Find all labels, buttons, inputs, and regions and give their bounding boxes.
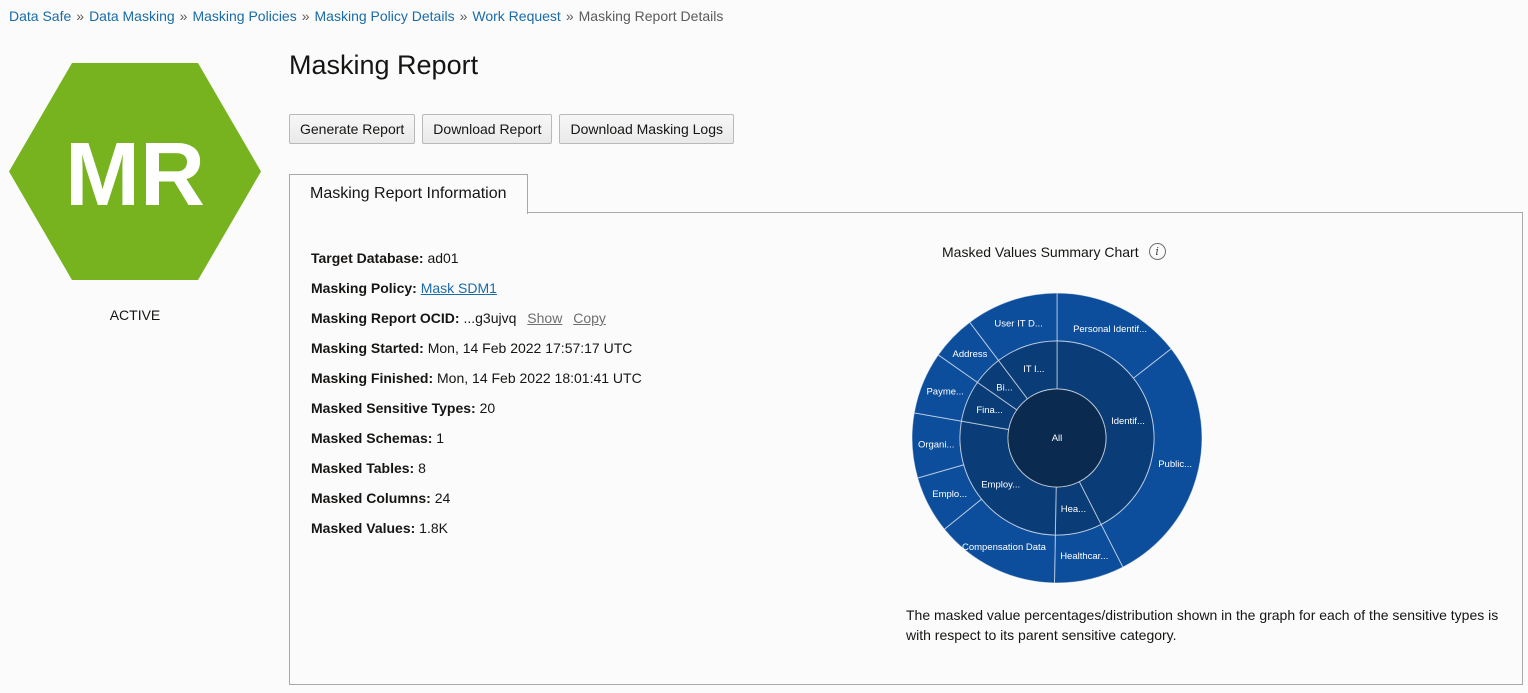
outer-ring-label: Payme... <box>926 387 964 398</box>
detail-value: Mon, 14 Feb 2022 18:01:41 UTC <box>437 370 642 386</box>
copy-ocid-link[interactable]: Copy <box>573 310 606 326</box>
breadcrumb-link-data-masking[interactable]: Data Masking <box>89 8 175 24</box>
generate-report-button[interactable]: Generate Report <box>289 114 416 144</box>
detail-label: Masked Tables: <box>311 460 415 476</box>
action-bar: Generate Report Download Report Download… <box>289 114 734 144</box>
inner-ring-label: Employ... <box>981 479 1020 490</box>
outer-ring-label: Organi... <box>918 439 954 450</box>
detail-label: Masked Schemas: <box>311 430 433 446</box>
detail-value: 1.8K <box>419 520 448 536</box>
breadcrumb-separator: » <box>179 8 188 24</box>
resource-badge: MR <box>9 63 261 280</box>
detail-label: Masking Finished: <box>311 370 434 386</box>
outer-ring-label: Address <box>953 349 988 360</box>
detail-label: Masked Columns: <box>311 490 431 506</box>
detail-value: 8 <box>418 460 426 476</box>
detail-value: ad01 <box>427 250 459 266</box>
download-report-button[interactable]: Download Report <box>422 114 553 144</box>
breadcrumb: Data Safe» Data Masking» Masking Policies»… <box>9 8 723 24</box>
detail-row-columns: Masked Columns: 24 <box>311 487 642 517</box>
tab-panel: Target Database: ad01 Masking Policy: Ma… <box>289 212 1523 685</box>
download-masking-logs-button[interactable]: Download Masking Logs <box>559 114 734 144</box>
show-ocid-link[interactable]: Show <box>527 310 562 326</box>
status-label: ACTIVE <box>109 307 161 323</box>
detail-value: ...g3ujvq <box>463 310 517 326</box>
detail-value: Mon, 14 Feb 2022 17:57:17 UTC <box>427 340 633 356</box>
breadcrumb-link-masking-policy-details[interactable]: Masking Policy Details <box>315 8 455 24</box>
detail-row-schemas: Masked Schemas: 1 <box>311 427 642 457</box>
outer-ring-label: Public... <box>1158 459 1192 470</box>
detail-value: 1 <box>436 430 445 446</box>
breadcrumb-separator: » <box>301 8 310 24</box>
breadcrumb-link-work-request[interactable]: Work Request <box>472 8 560 24</box>
center-label: All <box>1052 433 1063 444</box>
detail-row-masking-policy: Masking Policy: Mask SDM1 <box>311 277 642 307</box>
detail-label: Masking Report OCID: <box>311 310 460 326</box>
detail-label: Masked Sensitive Types: <box>311 400 476 416</box>
outer-ring-label: Compensation Data <box>962 542 1047 553</box>
detail-value: 24 <box>434 490 451 506</box>
chart-title-text: Masked Values Summary Chart <box>942 243 1139 260</box>
detail-label: Masked Values: <box>311 520 416 536</box>
breadcrumb-link-data-safe[interactable]: Data Safe <box>9 8 71 24</box>
detail-row-target-database: Target Database: ad01 <box>311 247 642 277</box>
report-details: Target Database: ad01 Masking Policy: Ma… <box>311 247 642 547</box>
inner-ring-label: Identif... <box>1111 416 1145 427</box>
chart-title: Masked Values Summary Chart i <box>942 243 1166 260</box>
chart-note: The masked value percentages/distributio… <box>906 607 1499 643</box>
badge-initials: MR <box>65 125 205 225</box>
inner-ring-label: Fina... <box>976 405 1002 416</box>
detail-value: 20 <box>479 400 496 416</box>
inner-ring-label: IT I... <box>1023 364 1044 375</box>
detail-row-sensitive-types: Masked Sensitive Types: 20 <box>311 397 642 427</box>
detail-row-tables: Masked Tables: 8 <box>311 457 642 487</box>
breadcrumb-link-masking-policies[interactable]: Masking Policies <box>192 8 296 24</box>
detail-row-values: Masked Values: 1.8K <box>311 517 642 547</box>
outer-ring-label: Personal Identif... <box>1073 324 1147 335</box>
outer-ring-label: User IT D... <box>994 318 1042 329</box>
detail-row-masking-finished: Masking Finished: Mon, 14 Feb 2022 18:01… <box>311 367 642 397</box>
detail-label: Target Database: <box>311 250 424 266</box>
outer-ring-label: Healthcar... <box>1060 551 1108 562</box>
detail-row-masking-started: Masking Started: Mon, 14 Feb 2022 17:57:… <box>311 337 642 367</box>
breadcrumb-separator: » <box>76 8 85 24</box>
breadcrumb-separator: » <box>459 8 468 24</box>
breadcrumb-separator: » <box>565 8 574 24</box>
sunburst-chart: Personal Identif... Public... Healthcar...… <box>911 292 1203 584</box>
outer-ring-label: Emplo... <box>932 489 967 500</box>
inner-ring-label: Bi... <box>996 382 1012 393</box>
masking-policy-link[interactable]: Mask SDM1 <box>421 280 497 296</box>
breadcrumb-current: Masking Report Details <box>578 8 724 24</box>
tab-masking-report-information[interactable]: Masking Report Information <box>289 174 528 214</box>
detail-label: Masking Policy: <box>311 280 417 296</box>
detail-label: Masking Started: <box>311 340 424 356</box>
page-title: Masking Report <box>289 50 479 80</box>
detail-row-ocid: Masking Report OCID: ...g3ujvq Show Copy <box>311 307 642 337</box>
info-icon[interactable]: i <box>1148 243 1166 260</box>
inner-ring-label: Hea... <box>1061 504 1086 515</box>
